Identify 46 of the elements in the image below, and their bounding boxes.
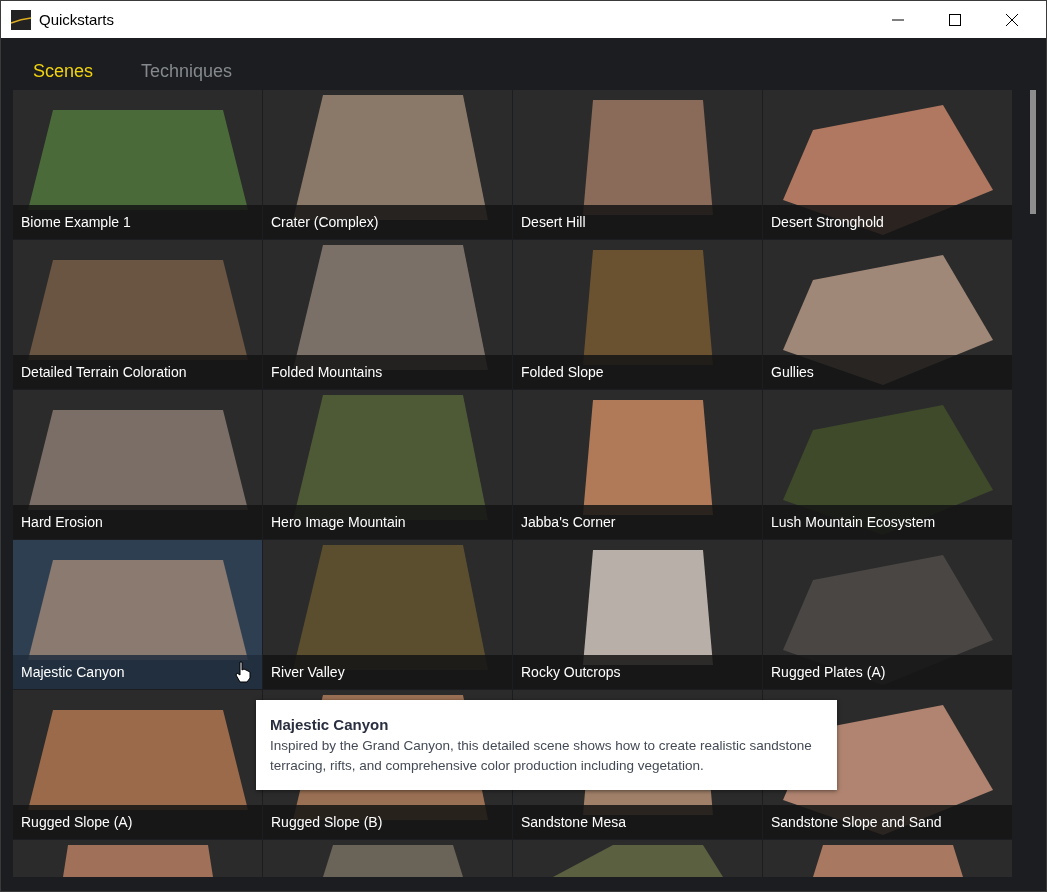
scene-label: Biome Example 1: [13, 205, 262, 239]
scene-tile[interactable]: River Valley: [263, 540, 512, 689]
scene-tile[interactable]: Hard Erosion: [13, 390, 262, 539]
scene-tile[interactable]: Jabba's Corner: [513, 390, 762, 539]
app-logo-icon: [11, 9, 31, 30]
scene-tile[interactable]: Rocky Outcrops: [513, 540, 762, 689]
hand-cursor-icon: [234, 661, 252, 683]
scene-label: River Valley: [263, 655, 512, 689]
scene-tile[interactable]: Gullies: [763, 240, 1012, 389]
scene-label: Folded Mountains: [263, 355, 512, 389]
scene-label: Jabba's Corner: [513, 505, 762, 539]
tab[interactable]: Scenes: [21, 58, 106, 84]
scene-label: Gullies: [763, 355, 1012, 389]
scene-tile[interactable]: Majestic Canyon: [13, 540, 262, 689]
scene-label: Desert Stronghold: [763, 205, 1012, 239]
scene-tile[interactable]: Desert Stronghold: [763, 90, 1012, 239]
scene-tile[interactable]: Hero Image Mountain: [263, 390, 512, 539]
scene-tile[interactable]: Detailed Terrain Coloration: [13, 240, 262, 389]
scrollbar-thumb[interactable]: [1030, 90, 1036, 214]
scene-label: Rocky Outcrops: [513, 655, 762, 689]
scene-tile[interactable]: Desert Hill: [513, 90, 762, 239]
scene-tile[interactable]: Rugged Plates (A): [763, 540, 1012, 689]
scene-label: Rugged Plates (A): [763, 655, 1012, 689]
scene-tile[interactable]: Biome Example 1: [13, 90, 262, 239]
scene-tile[interactable]: Lush Mountain Ecosystem: [763, 390, 1012, 539]
scene-tile[interactable]: Folded Mountains: [263, 240, 512, 389]
tooltip-title: Majestic Canyon: [270, 716, 390, 733]
scene-tile[interactable]: Crater (Complex): [263, 90, 512, 239]
scene-label: Sandstone Slope and Sand: [763, 805, 1012, 839]
scene-label: Lush Mountain Ecosystem: [763, 505, 1012, 539]
scene-tile[interactable]: Rugged Slope (A): [13, 690, 262, 839]
scene-label: Crater (Complex): [263, 205, 512, 239]
scene-label: Folded Slope: [513, 355, 762, 389]
window-title: Quickstarts: [39, 11, 115, 28]
scene-label: Desert Hill: [513, 205, 762, 239]
scene-label: Majestic Canyon: [13, 655, 262, 689]
scene-label: Detailed Terrain Coloration: [13, 355, 262, 389]
scene-tile[interactable]: Folded Slope: [513, 240, 762, 389]
tab[interactable]: Techniques: [129, 58, 245, 84]
scene-label: Rugged Slope (B): [263, 805, 512, 839]
scene-label: Hero Image Mountain: [263, 505, 512, 539]
scene-label: Hard Erosion: [13, 505, 262, 539]
maximize-icon: [949, 13, 961, 26]
scene-label: Rugged Slope (A): [13, 805, 262, 839]
scene-label: Sandstone Mesa: [513, 805, 762, 839]
close-icon: [1006, 13, 1018, 26]
